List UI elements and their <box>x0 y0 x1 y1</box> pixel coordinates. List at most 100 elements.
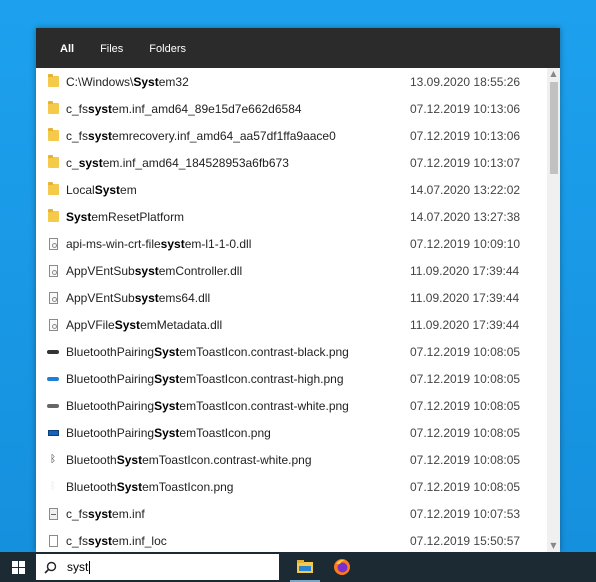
result-row[interactable]: AppVEntSubsystems64.dll 11.09.2020 17:39:… <box>36 284 560 311</box>
result-row[interactable]: c_fssystem.inf 07.12.2019 10:07:53 <box>36 500 560 527</box>
result-icon-cell <box>36 74 66 87</box>
tab-all[interactable]: All <box>60 41 74 55</box>
result-date: 07.12.2019 10:08:05 <box>410 452 521 467</box>
result-icon-cell: ᛒ <box>36 481 66 492</box>
filter-tab-bar: All Files Folders <box>36 28 560 68</box>
taskbar: syst <box>0 552 596 582</box>
taskbar-search-box[interactable]: syst <box>36 554 279 580</box>
result-icon-cell <box>36 318 66 331</box>
result-row[interactable]: AppVEntSubsystemController.dll 11.09.2020… <box>36 257 560 284</box>
dll-file-icon <box>48 291 58 304</box>
scroll-thumb[interactable] <box>550 82 558 174</box>
result-row[interactable]: LocalSystem 14.07.2020 13:22:02 <box>36 176 560 203</box>
bluetooth-icon: ᛒ <box>50 454 56 465</box>
start-button[interactable] <box>0 552 36 582</box>
name-segment: AppVEntSub <box>66 290 135 305</box>
match-highlight: syst <box>78 155 103 170</box>
name-segment: emToastIcon.contrast-white.png <box>179 398 349 413</box>
result-name: c_fssystem.inf_loc <box>66 534 410 548</box>
search-input[interactable]: syst <box>67 560 91 575</box>
taskbar-file-explorer[interactable] <box>290 552 320 582</box>
result-icon-cell <box>36 534 66 547</box>
name-segment: BluetoothPairing <box>66 371 155 386</box>
result-row[interactable]: AppVFileSystemMetadata.dll 11.09.2020 17:… <box>36 311 560 338</box>
result-date: 07.12.2019 10:08:05 <box>410 479 521 494</box>
match-highlight: syst <box>88 128 113 143</box>
result-row[interactable]: BluetoothPairingSystemToastIcon.contrast… <box>36 338 560 365</box>
name-segment: BluetoothPairing <box>66 425 155 440</box>
name-segment: emToastIcon.contrast-high.png <box>179 371 344 386</box>
result-date: 13.09.2020 18:55:26 <box>410 74 521 89</box>
result-name: BluetoothPairingSystemToastIcon.contrast… <box>66 372 410 386</box>
result-row[interactable]: BluetoothPairingSystemToastIcon.contrast… <box>36 392 560 419</box>
png-blue-icon <box>47 376 59 381</box>
result-row[interactable]: c_fssystem.inf_loc 07.12.2019 15:50:57 <box>36 527 560 552</box>
results-list: C:\Windows\System32 13.09.2020 18:55:26 c_… <box>36 68 560 552</box>
match-highlight: Syst <box>114 317 141 332</box>
result-icon-cell: ᛒ <box>36 454 66 465</box>
result-icon-cell <box>36 209 66 222</box>
result-name: BluetoothSystemToastIcon.contrast-white.… <box>66 453 410 467</box>
dll-file-icon <box>48 264 58 277</box>
result-row[interactable]: api-ms-win-crt-filesystem-l1-1-0.dll 07.1… <box>36 230 560 257</box>
png-black-icon <box>47 349 59 354</box>
result-row[interactable]: ᛒ BluetoothSystemToastIcon.png 07.12.2019 … <box>36 473 560 500</box>
scroll-down-arrow-icon[interactable]: ▼ <box>547 540 560 552</box>
result-name: c_fssystem.inf <box>66 507 410 521</box>
name-segment: em.inf_amd64_89e15d7e662d6584 <box>112 101 302 116</box>
result-name: SystemResetPlatform <box>66 210 410 224</box>
result-icon-cell <box>36 507 66 520</box>
name-segment: emrecovery.inf_amd64_aa57df1ffa9aace0 <box>112 128 336 143</box>
result-name: C:\Windows\System32 <box>66 75 410 89</box>
result-row[interactable]: ᛒ BluetoothSystemToastIcon.contrast-white… <box>36 446 560 473</box>
result-date: 07.12.2019 10:08:05 <box>410 371 521 386</box>
result-date: 07.12.2019 10:08:05 <box>410 425 521 440</box>
result-date: 11.09.2020 17:39:44 <box>410 317 520 332</box>
tab-folders[interactable]: Folders <box>149 41 186 55</box>
result-row[interactable]: SystemResetPlatform 14.07.2020 13:27:38 <box>36 203 560 230</box>
match-highlight: Syst <box>154 371 180 386</box>
name-segment: em-l1-1-0.dll <box>184 236 252 251</box>
name-segment: c_fs <box>66 101 89 116</box>
result-icon-cell <box>36 155 66 168</box>
result-row[interactable]: BluetoothPairingSystemToastIcon.png 07.12… <box>36 419 560 446</box>
match-highlight: Syst <box>66 209 92 224</box>
search-icon <box>44 561 57 574</box>
result-name: api-ms-win-crt-filesystem-l1-1-0.dll <box>66 237 410 251</box>
result-name: LocalSystem <box>66 183 410 197</box>
result-row[interactable]: c_fssystem.inf_amd64_89e15d7e662d6584 07.… <box>36 95 560 122</box>
result-row[interactable]: c_fssystemrecovery.inf_amd64_aa57df1ffa9… <box>36 122 560 149</box>
result-row[interactable]: C:\Windows\System32 13.09.2020 18:55:26 <box>36 68 560 95</box>
tab-files[interactable]: Files <box>100 41 123 55</box>
text-caret <box>89 561 91 575</box>
result-row[interactable]: BluetoothPairingSystemToastIcon.contrast… <box>36 365 560 392</box>
result-name: c_system.inf_amd64_184528953a6fb673 <box>66 156 410 170</box>
result-name: BluetoothPairingSystemToastIcon.contrast… <box>66 345 410 359</box>
result-name: c_fssystem.inf_amd64_89e15d7e662d6584 <box>66 102 410 116</box>
match-highlight: syst <box>160 236 185 251</box>
vertical-scrollbar[interactable]: ▲ ▼ <box>547 68 560 552</box>
folder-icon <box>47 155 59 168</box>
result-icon-cell <box>36 403 66 408</box>
windows-logo-icon <box>11 560 25 574</box>
name-segment: Bluetooth <box>66 479 117 494</box>
taskbar-firefox[interactable] <box>327 552 357 582</box>
result-icon-cell <box>36 128 66 141</box>
folder-icon <box>47 209 59 222</box>
match-highlight: syst <box>134 290 159 305</box>
name-segment: c_fs <box>66 506 89 521</box>
folder-icon <box>47 74 59 87</box>
bluetooth-light-icon: ᛒ <box>50 481 56 492</box>
result-name: BluetoothSystemToastIcon.png <box>66 480 410 494</box>
result-icon-cell <box>36 429 66 436</box>
scroll-up-arrow-icon[interactable]: ▲ <box>547 68 560 80</box>
result-icon-cell <box>36 264 66 277</box>
result-date: 14.07.2020 13:27:38 <box>410 209 521 224</box>
name-segment: emController.dll <box>158 263 243 278</box>
result-name: BluetoothPairingSystemToastIcon.contrast… <box>66 399 410 413</box>
name-segment: BluetoothPairing <box>66 398 155 413</box>
match-highlight: syst <box>88 533 113 548</box>
result-row[interactable]: c_system.inf_amd64_184528953a6fb673 07.12… <box>36 149 560 176</box>
name-segment: BluetoothPairing <box>66 344 155 359</box>
file-explorer-icon <box>297 559 313 573</box>
